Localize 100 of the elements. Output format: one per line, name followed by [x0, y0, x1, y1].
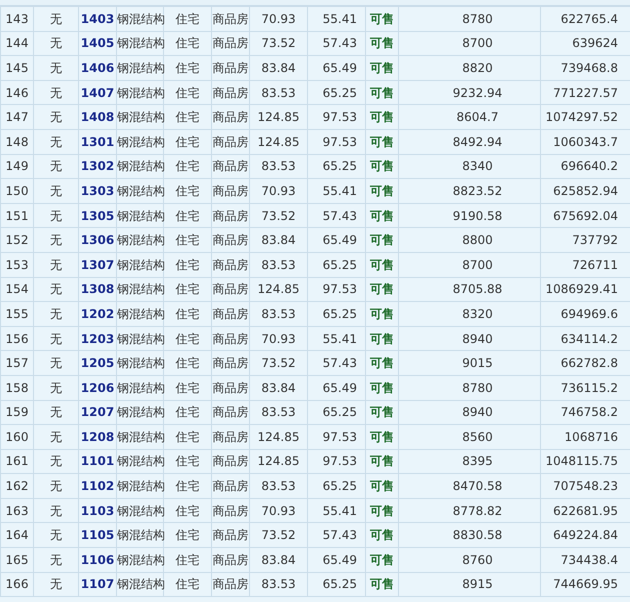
table-cell: 124.85: [250, 277, 308, 302]
table-cell: 65.25: [308, 80, 366, 105]
table-cell: 商品房: [212, 449, 250, 474]
table-cell: 73.52: [250, 522, 308, 548]
table-cell: 钢混结构: [116, 252, 164, 278]
table-cell: 无: [34, 449, 78, 474]
table-cell: 住宅: [164, 178, 212, 204]
row-number: 165: [0, 548, 34, 572]
table-cell: 65.25: [308, 400, 366, 425]
table-cell: 8492.94: [398, 129, 540, 154]
table-cell: 住宅: [164, 6, 212, 32]
status-cell: 可售: [366, 228, 398, 252]
table-cell: 97.53: [308, 277, 366, 302]
table-cell: 商品房: [212, 154, 250, 179]
table-cell: 商品房: [212, 228, 250, 252]
table-cell: 商品房: [212, 498, 250, 523]
status-cell: 可售: [366, 400, 398, 425]
table-cell: 8940: [398, 326, 540, 351]
table-cell: 124.85: [250, 449, 308, 474]
table-cell: 钢混结构: [116, 302, 164, 326]
table-cell: 65.25: [308, 474, 366, 498]
row-number: 162: [0, 474, 34, 498]
table-cell: 65.49: [308, 56, 366, 80]
table-cell: 商品房: [212, 572, 250, 597]
row-number: 158: [0, 375, 34, 400]
table-cell: 65.49: [308, 228, 366, 252]
table-cell: 57.43: [308, 31, 366, 56]
status-cell: 可售: [366, 154, 398, 179]
table-cell: 83.53: [250, 572, 308, 597]
table-cell: 9015: [398, 350, 540, 376]
table-cell: 住宅: [164, 449, 212, 474]
table-cell: 124.85: [250, 129, 308, 154]
table-cell: 65.25: [308, 252, 366, 278]
table-cell: 8700: [398, 31, 540, 56]
table-cell: 无: [34, 572, 78, 597]
row-number: 145: [0, 56, 34, 80]
table-cell: 钢混结构: [116, 154, 164, 179]
table-cell: 无: [34, 56, 78, 80]
table-cell: 商品房: [212, 375, 250, 400]
table-cell: 钢混结构: [116, 80, 164, 105]
table-cell: 70.93: [250, 178, 308, 204]
table-cell: 124.85: [250, 104, 308, 130]
table-cell: 8320: [398, 302, 540, 326]
table-cell: 65.25: [308, 302, 366, 326]
table-cell: 57.43: [308, 522, 366, 548]
status-cell: 可售: [366, 449, 398, 474]
row-number: 155: [0, 302, 34, 326]
table-cell: 钢混结构: [116, 572, 164, 597]
table-cell: 住宅: [164, 31, 212, 56]
table-cell: 83.53: [250, 474, 308, 498]
table-cell: 住宅: [164, 326, 212, 351]
table-cell: 无: [34, 277, 78, 302]
table-cell: 无: [34, 548, 78, 572]
status-cell: 可售: [366, 203, 398, 228]
table-cell: 住宅: [164, 56, 212, 80]
table-cell: 住宅: [164, 474, 212, 498]
table-cell: 无: [34, 326, 78, 351]
table-cell: 无: [34, 31, 78, 56]
row-number: 161: [0, 449, 34, 474]
table-cell: 无: [34, 6, 78, 32]
table-cell: 97.53: [308, 104, 366, 130]
table-cell: 商品房: [212, 277, 250, 302]
table-cell: 83.84: [250, 228, 308, 252]
status-cell: 可售: [366, 277, 398, 302]
table-cell: 无: [34, 498, 78, 523]
table-cell: 无: [34, 522, 78, 548]
table-cell: 钢混结构: [116, 203, 164, 228]
table-cell: 9232.94: [398, 80, 540, 105]
table-cell: 8760: [398, 548, 540, 572]
table-cell: 住宅: [164, 129, 212, 154]
table-cell: 住宅: [164, 522, 212, 548]
table-cell: 8340: [398, 154, 540, 179]
table-cell: 住宅: [164, 498, 212, 523]
table-cell: 钢混结构: [116, 277, 164, 302]
table-cell: 住宅: [164, 104, 212, 130]
status-cell: 可售: [366, 252, 398, 278]
table-cell: 无: [34, 178, 78, 204]
status-cell: 可售: [366, 31, 398, 56]
table-cell: 83.53: [250, 80, 308, 105]
table-cell: 83.84: [250, 56, 308, 80]
table-cell: 住宅: [164, 424, 212, 450]
table-cell: 钢混结构: [116, 498, 164, 523]
table-cell: 9190.58: [398, 203, 540, 228]
table-cell: 钢混结构: [116, 6, 164, 32]
table-cell: 钢混结构: [116, 104, 164, 130]
table-cell: 8560: [398, 424, 540, 450]
row-number: 156: [0, 326, 34, 351]
status-cell: 可售: [366, 6, 398, 32]
table-cell: 无: [34, 302, 78, 326]
status-cell: 可售: [366, 350, 398, 376]
table-cell: 622765.4: [540, 6, 630, 32]
table-cell: 住宅: [164, 400, 212, 425]
table-cell: 钢混结构: [116, 350, 164, 376]
table-cell: 65.25: [308, 154, 366, 179]
table-cell: 商品房: [212, 522, 250, 548]
row-number: 159: [0, 400, 34, 425]
table-cell: 8830.58: [398, 522, 540, 548]
table-cell: 无: [34, 474, 78, 498]
table-cell: 钢混结构: [116, 326, 164, 351]
status-cell: 可售: [366, 104, 398, 130]
